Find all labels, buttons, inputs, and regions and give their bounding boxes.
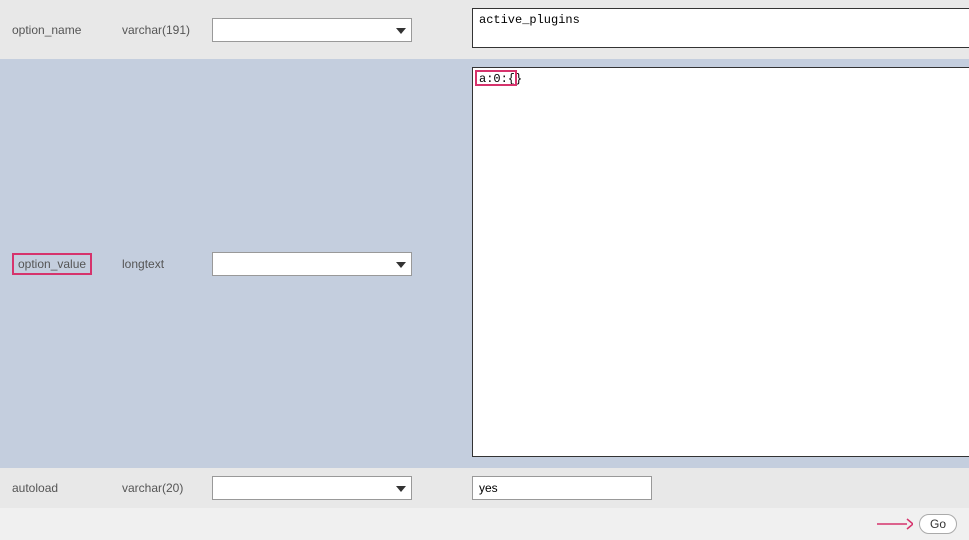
- arrow-right-icon: [877, 518, 913, 530]
- field-label-option-name: option_name: [12, 23, 122, 37]
- go-button[interactable]: Go: [919, 514, 957, 534]
- field-label-option-value: option_value: [12, 253, 92, 275]
- function-select-autoload[interactable]: [212, 476, 412, 500]
- function-select-option-name[interactable]: [212, 18, 412, 42]
- function-select-option-value[interactable]: [212, 252, 412, 276]
- field-label-autoload: autoload: [12, 481, 122, 495]
- field-type-option-value: longtext: [122, 257, 212, 271]
- row-option-value: option_value longtext: [0, 59, 969, 468]
- field-type-option-name: varchar(191): [122, 23, 212, 37]
- field-type-autoload: varchar(20): [122, 481, 212, 495]
- footer-row: Go: [0, 508, 969, 540]
- value-input-autoload[interactable]: [472, 476, 652, 500]
- value-textarea-option-value[interactable]: [472, 67, 969, 457]
- row-option-name: option_name varchar(191): [0, 0, 969, 59]
- value-textarea-option-name[interactable]: [472, 8, 969, 48]
- row-autoload: autoload varchar(20): [0, 468, 969, 508]
